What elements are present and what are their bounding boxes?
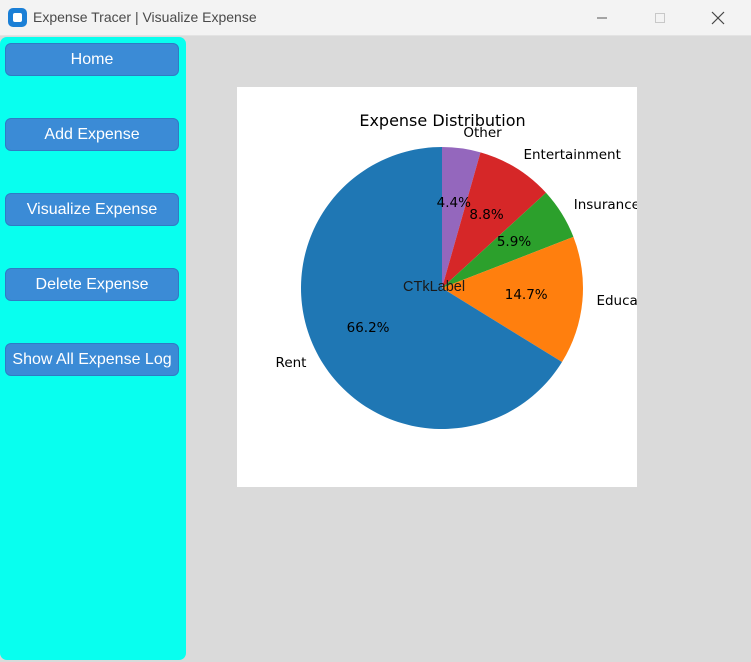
slice-percent-entertainment: 8.8% [469, 207, 504, 223]
maximize-icon [655, 13, 665, 23]
slice-label-insurance: Insurance [573, 197, 637, 214]
close-button[interactable] [689, 0, 747, 36]
maximize-button[interactable] [631, 0, 689, 36]
close-icon [711, 11, 725, 25]
slice-label-entertainment: Entertainment [523, 147, 621, 163]
delete-expense-button[interactable]: Delete Expense [5, 268, 179, 301]
expense-pie-chart: Expense Distribution CTkLabel Other 4.4% E… [237, 87, 637, 487]
show-all-expense-log-button[interactable]: Show All Expense Log [5, 343, 179, 376]
slice-percent-other: 4.4% [436, 195, 471, 212]
app-window: Expense Tracer | Visualize Expense Home … [0, 0, 751, 662]
app-icon [8, 8, 27, 27]
slice-label-rent: Rent [275, 354, 307, 371]
title-bar[interactable]: Expense Tracer | Visualize Expense [0, 0, 751, 36]
window-title: Expense Tracer | Visualize Expense [33, 9, 257, 25]
sidebar: Home Add Expense Visualize Expense Delet… [0, 37, 186, 660]
slice-label-educa: Educa [596, 293, 637, 310]
slice-percent-insurance: 5.9% [496, 234, 532, 251]
home-button[interactable]: Home [5, 43, 179, 76]
minimize-icon [597, 17, 607, 19]
slice-percent-educa: 14.7% [504, 286, 548, 303]
add-expense-button[interactable]: Add Expense [5, 118, 179, 151]
chart-title: Expense Distribution [359, 111, 526, 130]
minimize-button[interactable] [573, 0, 631, 36]
slice-label-other: Other [463, 125, 502, 142]
ctk-label: CTkLabel [403, 279, 466, 295]
slice-percent-rent: 66.2% [346, 320, 390, 337]
visualize-expense-button[interactable]: Visualize Expense [5, 193, 179, 226]
